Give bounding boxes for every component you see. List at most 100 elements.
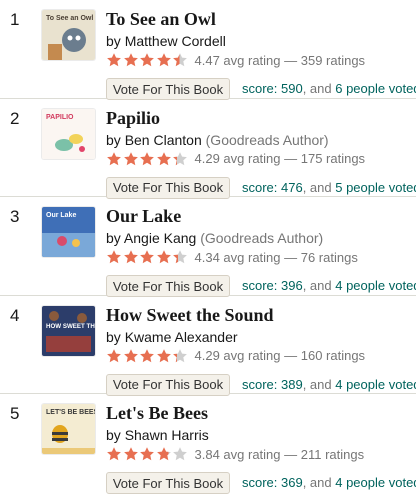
book-byline: by Angie Kang (Goodreads Author) — [106, 230, 323, 246]
book-title-link[interactable]: Papilio — [106, 108, 160, 129]
book-byline: by Shawn Harris — [106, 427, 209, 443]
rating-text: 4.47 avg rating — 359 ratings — [194, 52, 366, 68]
star-icon — [156, 250, 171, 264]
star-icon — [140, 250, 154, 264]
voters-link[interactable]: 5 people voted — [335, 180, 416, 195]
book-byline: by Matthew Cordell — [106, 33, 226, 49]
book-rank: 4 — [10, 305, 20, 325]
book-rank: 5 — [10, 404, 20, 424]
score-link[interactable]: score: 396 — [242, 278, 303, 293]
star-icon — [173, 348, 187, 362]
rating-text: 4.34 avg rating — 76 ratings — [194, 249, 358, 265]
author-link[interactable]: Matthew Cordell — [125, 33, 226, 49]
vote-button[interactable]: Vote For This Book — [106, 373, 230, 396]
author-link[interactable]: Kwame Alexander — [125, 329, 238, 345]
book-row: 5 LET'S BE BEES Let's Be Bees by Shawn Harr… — [0, 394, 416, 495]
star-icon — [173, 250, 187, 264]
book-score: score: 396, and 4 people voted — [242, 278, 416, 293]
voters-link[interactable]: 4 people voted — [335, 278, 416, 293]
book-cover[interactable]: To See an Owl — [42, 10, 95, 60]
book-title-link[interactable]: Let's Be Bees — [106, 403, 208, 424]
star-icon — [123, 348, 138, 362]
book-cover[interactable]: HOW SWEET THE SOUND — [42, 305, 95, 356]
score-link[interactable]: score: 476 — [242, 180, 303, 195]
book-row: 1 To See an Owl To See an Owl by Matthew Co… — [0, 0, 416, 100]
rating-text: 4.29 avg rating — 160 ratings — [194, 348, 366, 364]
book-cover[interactable]: Our Lake — [42, 207, 95, 258]
author-tag: (Goodreads Author) — [201, 131, 329, 148]
vote-button[interactable]: Vote For This Book — [106, 176, 230, 199]
book-score: score: 369, and 4 people voted — [242, 475, 416, 490]
star-icon — [140, 53, 154, 67]
star-icon — [156, 151, 171, 165]
by-label: by — [106, 328, 121, 345]
rating-stars — [106, 446, 189, 462]
book-row: 2 PAPILIO Papilio by Ben Clanton (Goodreads… — [0, 99, 416, 199]
cover-title-text: LET'S BE BEES — [46, 409, 95, 416]
author-link[interactable]: Shawn Harris — [125, 427, 209, 443]
book-list: 1 To See an Owl To See an Owl by Matthew Co… — [0, 0, 416, 495]
star-icon — [173, 151, 187, 165]
star-icon — [107, 250, 121, 264]
rating-stars — [106, 52, 189, 68]
vote-button[interactable]: Vote For This Book — [106, 472, 230, 495]
vote-button[interactable]: Vote For This Book — [106, 275, 230, 298]
cover-title-text: PAPILIO — [46, 114, 74, 121]
author-link[interactable]: Ben Clanton — [125, 132, 202, 148]
book-row: 3 Our Lake Our Lake by Angie Kang (Goodread… — [0, 197, 416, 298]
rating-stars — [106, 348, 189, 364]
star-icon — [123, 447, 138, 461]
book-title-link[interactable]: To See an Owl — [106, 9, 216, 30]
star-icon — [123, 53, 138, 67]
star-icon — [107, 151, 121, 165]
star-icon — [107, 53, 121, 67]
book-rank: 1 — [10, 10, 20, 29]
score-link[interactable]: score: 590 — [242, 81, 303, 96]
book-byline: by Ben Clanton (Goodreads Author) — [106, 132, 329, 148]
book-byline: by Kwame Alexander — [106, 329, 238, 345]
book-rank: 3 — [10, 207, 20, 227]
star-icon — [123, 250, 138, 264]
book-rating: 4.34 avg rating — 76 ratings — [106, 249, 358, 265]
star-icon — [123, 151, 138, 165]
book-rating: 4.47 avg rating — 359 ratings — [106, 52, 365, 68]
book-row: 4 HOW SWEET THE SOUND How Sweet the Sound b… — [0, 296, 416, 396]
star-icon — [156, 348, 171, 362]
voters-link[interactable]: 4 people voted — [335, 475, 416, 490]
book-cover[interactable]: LET'S BE BEES — [42, 404, 95, 455]
rating-text: 3.84 avg rating — 211 ratings — [194, 446, 365, 462]
star-icon — [156, 447, 171, 461]
star-icon — [107, 348, 121, 362]
voters-link[interactable]: 4 people voted — [335, 377, 416, 392]
book-score: score: 389, and 4 people voted — [242, 377, 416, 392]
by-label: by — [106, 131, 121, 148]
by-label: by — [106, 230, 121, 247]
score-separator: , and — [302, 376, 336, 392]
book-cover[interactable]: PAPILIO — [42, 108, 95, 159]
book-title-link[interactable]: How Sweet the Sound — [106, 305, 274, 326]
book-title-link[interactable]: Our Lake — [106, 206, 181, 227]
author-tag: (Goodreads Author) — [196, 230, 324, 247]
book-score: score: 590, and 6 people voted — [242, 81, 416, 96]
star-icon — [107, 447, 121, 461]
vote-button[interactable]: Vote For This Book — [106, 78, 230, 100]
author-link[interactable]: Angie Kang — [124, 230, 196, 246]
rating-stars — [106, 151, 189, 167]
star-icon — [140, 447, 154, 461]
score-separator: , and — [302, 179, 336, 195]
score-link[interactable]: score: 389 — [242, 377, 303, 392]
rating-stars — [106, 249, 189, 265]
book-rank: 2 — [10, 108, 20, 128]
star-icon — [173, 53, 187, 67]
cover-title-text: To See an Owl — [46, 15, 93, 22]
rating-text: 4.29 avg rating — 175 ratings — [194, 151, 366, 167]
by-label: by — [106, 427, 121, 444]
score-link[interactable]: score: 369 — [242, 475, 303, 490]
star-icon — [140, 151, 154, 165]
book-rating: 3.84 avg rating — 211 ratings — [106, 446, 364, 462]
voters-link[interactable]: 6 people voted — [335, 81, 416, 96]
by-label: by — [106, 33, 121, 49]
score-separator: , and — [302, 475, 336, 491]
star-icon — [140, 348, 154, 362]
book-score: score: 476, and 5 people voted — [242, 180, 416, 195]
